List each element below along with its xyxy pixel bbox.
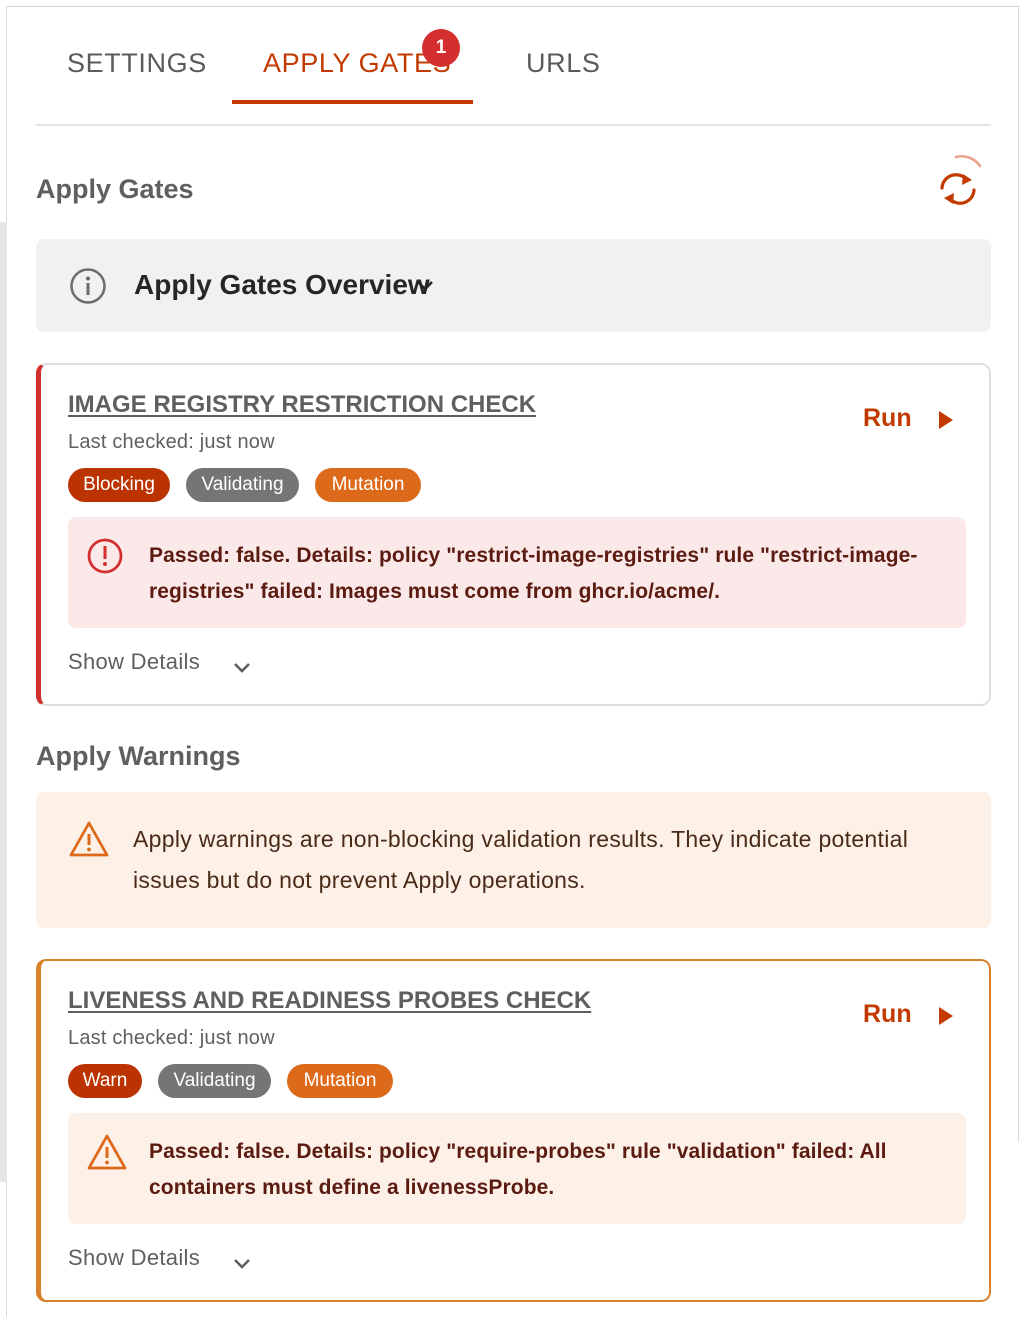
chip-validating: Validating xyxy=(186,468,299,502)
active-tab-indicator xyxy=(232,100,473,104)
last-checked: Last checked: just now xyxy=(68,431,275,453)
show-details-toggle[interactable]: Show Details xyxy=(68,1245,200,1271)
warning-triangle-icon xyxy=(69,821,109,857)
gate-card-probes: LIVENESS AND READINESS PROBES CHECK Last… xyxy=(36,959,991,1302)
panel-right-border xyxy=(1018,6,1019,1142)
panel-top-border xyxy=(6,6,1018,7)
last-checked: Last checked: just now xyxy=(68,1027,275,1049)
apply-gates-overview-toggle[interactable]: Apply Gates Overview xyxy=(36,239,991,332)
refresh-icon xyxy=(940,155,982,205)
left-scrollbar[interactable] xyxy=(0,222,7,1182)
chip-blocking: Blocking xyxy=(68,468,170,502)
gate-card-title[interactable]: LIVENESS AND READINESS PROBES CHECK xyxy=(68,987,591,1015)
chip-mutation: Mutation xyxy=(287,1064,393,1098)
warning-triangle-icon xyxy=(87,1134,127,1170)
apply-gates-heading: Apply Gates xyxy=(36,174,194,204)
gate-error-message: Passed: false. Details: policy "restrict… xyxy=(68,517,966,628)
apply-warnings-heading: Apply Warnings xyxy=(36,741,241,771)
tab-urls[interactable]: URLS xyxy=(526,48,600,79)
play-icon[interactable] xyxy=(938,1006,954,1026)
gate-card-title[interactable]: IMAGE REGISTRY RESTRICTION CHECK xyxy=(68,391,536,419)
error-circle-icon xyxy=(87,538,123,574)
run-button[interactable]: Run xyxy=(863,1000,912,1029)
tab-bar: SETTINGS APPLY GATES 1 URLS xyxy=(36,29,991,126)
run-button[interactable]: Run xyxy=(863,404,912,433)
chip-validating: Validating xyxy=(158,1064,271,1098)
apply-warnings-text: Apply warnings are non-blocking validati… xyxy=(133,826,909,893)
chip-mutation: Mutation xyxy=(315,468,421,502)
chevron-down-icon[interactable] xyxy=(231,657,253,679)
apply-warnings-banner: Apply warnings are non-blocking validati… xyxy=(36,792,991,928)
tab-settings[interactable]: SETTINGS xyxy=(67,48,207,79)
info-icon xyxy=(70,268,106,304)
refresh-button[interactable] xyxy=(932,152,984,210)
chevron-down-icon xyxy=(417,281,433,291)
overview-label: Apply Gates Overview xyxy=(134,269,430,300)
apply-gates-count-badge: 1 xyxy=(422,29,460,67)
chip-warn: Warn xyxy=(68,1064,142,1098)
play-icon[interactable] xyxy=(938,410,954,430)
gate-warning-text: Passed: false. Details: policy "require-… xyxy=(149,1140,887,1199)
chevron-down-icon[interactable] xyxy=(231,1253,253,1275)
gate-warning-message: Passed: false. Details: policy "require-… xyxy=(68,1113,966,1224)
show-details-toggle[interactable]: Show Details xyxy=(68,649,200,675)
gate-error-text: Passed: false. Details: policy "restrict… xyxy=(149,544,918,603)
gate-card-image-registry: IMAGE REGISTRY RESTRICTION CHECK Last ch… xyxy=(36,363,991,706)
